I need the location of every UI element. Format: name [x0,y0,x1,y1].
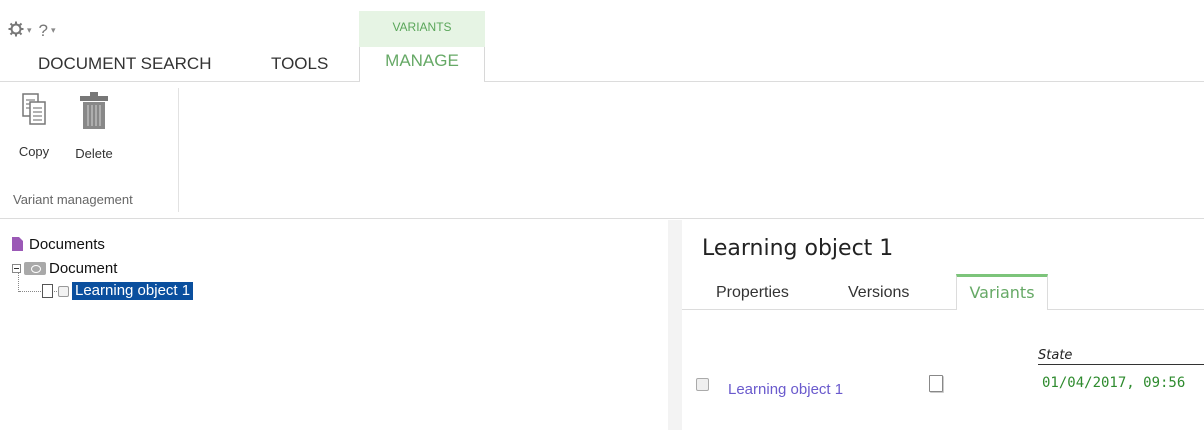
row-checkbox[interactable] [696,378,709,391]
tree-node-label: Documents [29,235,105,253]
tab-strip-divider [682,309,1204,310]
document-icon [12,237,23,251]
chevron-down-icon[interactable]: ▾ [27,26,32,36]
ribbon-divider [0,81,1204,82]
state-date: 01/04/2017, 09:56 [1042,375,1186,391]
tree-node-label: Document [49,259,118,277]
gear-icon[interactable] [8,21,24,41]
contextual-tab-group-label: VARIANTS [359,11,485,47]
help-button[interactable]: ? [39,21,48,41]
trash-icon [79,92,109,134]
quick-access-toolbar: ▾ ? ▾ [8,20,60,42]
ribbon-group-separator [178,88,179,212]
variant-link[interactable]: Learning object 1 [728,381,843,398]
tree-connector [18,272,19,292]
delete-button[interactable]: Delete [66,92,122,161]
tree-node-learning-object[interactable]: Learning object 1 [42,282,194,300]
ribbon-group-label: Variant management [13,192,133,207]
file-icon[interactable] [929,375,943,392]
tree-node-label-selected: Learning object 1 [72,282,194,300]
pane-splitter[interactable] [668,220,682,430]
page-title: Learning object 1 [702,236,894,261]
delete-button-label: Delete [75,146,113,161]
tab-versions[interactable]: Versions [848,284,909,302]
tab-variants[interactable]: Variants [956,274,1048,310]
tree-checkbox[interactable] [58,285,69,297]
collapse-icon[interactable] [12,263,21,273]
tree-node-documents[interactable]: Documents [12,235,105,253]
folder-icon [24,261,46,275]
tree-node-document[interactable]: Document [12,259,117,277]
column-header-state[interactable]: State [1038,348,1204,365]
tab-document-search[interactable]: DOCUMENT SEARCH [38,53,211,83]
copy-button-label: Copy [18,144,50,159]
tab-manage[interactable]: MANAGE [359,47,485,82]
copy-button[interactable]: Copy [12,92,56,159]
tab-properties[interactable]: Properties [716,284,789,302]
ribbon-bottom-divider [0,218,1204,219]
copy-icon [22,92,46,132]
tab-tools[interactable]: TOOLS [271,53,328,83]
file-icon [42,284,53,298]
chevron-down-icon[interactable]: ▾ [51,26,56,36]
